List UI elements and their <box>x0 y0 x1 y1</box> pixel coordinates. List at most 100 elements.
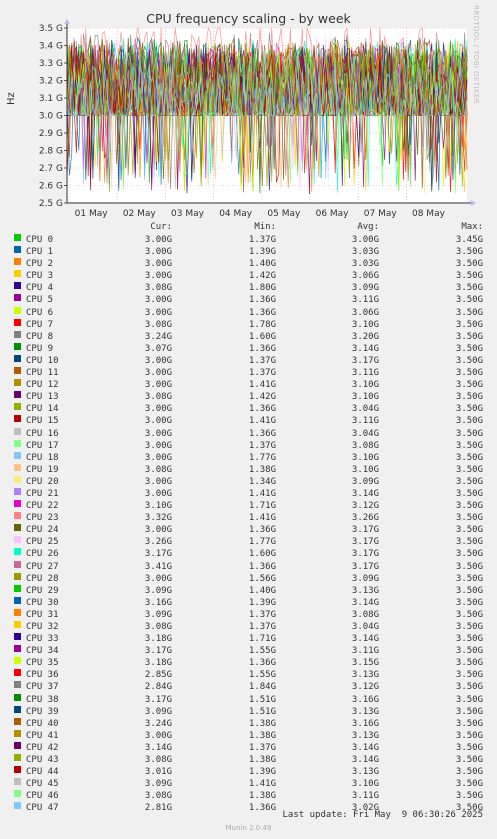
legend-min-value: 1.77G <box>248 452 276 463</box>
legend-swatch <box>14 367 21 375</box>
legend-cur-value: 3.00G <box>144 525 172 536</box>
legend-cur-value: 3.26G <box>144 537 172 548</box>
legend-swatch <box>14 427 21 435</box>
legend-swatch <box>14 294 21 302</box>
legend-swatch <box>14 403 21 411</box>
legend-avg-value: 3.03G <box>351 259 379 270</box>
legend-min-value: 1.40G <box>248 259 276 270</box>
legend-min-value: 1.38G <box>248 755 276 766</box>
legend-avg-value: 3.10G <box>351 392 379 403</box>
legend-series-name: CPU 46 <box>26 791 59 802</box>
legend-swatch <box>14 560 21 568</box>
legend-series-name: CPU 28 <box>26 573 59 584</box>
legend-avg-value: 3.04G <box>351 404 379 415</box>
legend-max-value: 3.50G <box>455 259 483 270</box>
legend-series-name: CPU 24 <box>26 525 59 536</box>
legend-min-value: 1.36G <box>248 561 276 572</box>
legend-row: CPU 0 3.00G 1.37G 3.00G 3.45G <box>0 234 497 246</box>
legend-cur-value: 3.00G <box>144 452 172 463</box>
legend-row: CPU 5 3.00G 1.36G 3.11G 3.50G <box>0 294 497 306</box>
legend-swatch <box>14 741 21 749</box>
legend-swatch <box>14 379 21 387</box>
legend-max-value: 3.50G <box>455 416 483 427</box>
legend-min-value: 1.41G <box>248 779 276 790</box>
legend-row: CPU 13 3.08G 1.42G 3.10G 3.50G <box>0 391 497 403</box>
legend-max-value: 3.50G <box>455 742 483 753</box>
x-axis-ticks: 01 May 02 May 03 May 04 May 05 May 06 May 07 M… <box>75 209 446 219</box>
legend-row: CPU 41 3.00G 1.38G 3.13G 3.50G <box>0 729 497 742</box>
legend-max-value: 3.50G <box>455 343 483 354</box>
legend-max-value: 3.50G <box>455 513 483 524</box>
legend-col-max: Max: <box>461 222 483 232</box>
legend-cur-value: 3.32G <box>144 513 172 524</box>
legend-swatch <box>14 754 21 762</box>
legend-swatch <box>14 657 21 665</box>
legend-series-name: CPU 26 <box>26 549 59 560</box>
legend-avg-value: 3.13G <box>351 585 379 596</box>
legend-row: CPU 28 3.00G 1.56G 3.09G 3.50G <box>0 572 497 585</box>
legend-swatch <box>14 645 21 653</box>
legend-max-value: 3.50G <box>455 779 483 790</box>
legend-cur-value: 3.14G <box>144 742 172 753</box>
legend-max-value: 3.50G <box>455 537 483 548</box>
legend-max-value: 3.50G <box>455 670 483 681</box>
legend-min-value: 1.36G <box>248 428 276 439</box>
legend-cur-value: 3.08G <box>144 464 172 475</box>
legend-series-name: CPU 17 <box>26 440 59 451</box>
legend-row: CPU 14 3.00G 1.36G 3.04G 3.50G <box>0 403 497 415</box>
y-tick-label: 2.5 G <box>39 199 63 209</box>
legend-series-name: CPU 32 <box>26 622 59 632</box>
legend-min-value: 1.38G <box>248 718 276 729</box>
x-tick-label: 07 May <box>364 209 398 219</box>
legend-row: CPU 25 3.26G 1.77G 3.17G 3.50G <box>0 536 497 548</box>
legend-swatch <box>14 596 21 604</box>
legend-col-min: Min: <box>254 222 276 232</box>
legend-avg-value: 3.10G <box>351 452 379 463</box>
legend-cur-value: 3.08G <box>144 755 172 766</box>
x-tick-label: 06 May <box>316 209 350 219</box>
legend-min-value: 1.37G <box>248 609 276 620</box>
legend-row: CPU 39 3.09G 1.51G 3.13G 3.50G <box>0 705 497 718</box>
legend-swatch <box>14 342 21 350</box>
legend-avg-value: 3.26G <box>351 513 379 524</box>
legend-series-name: CPU 8 <box>26 331 54 342</box>
legend-series-name: CPU 34 <box>26 646 59 657</box>
legend-series-name: CPU 25 <box>26 537 59 548</box>
legend-avg-value: 3.10G <box>351 319 379 330</box>
legend-series-name: CPU 23 <box>26 513 59 524</box>
legend-row: CPU 46 3.08G 1.38G 3.11G 3.50G <box>0 790 497 802</box>
legend-avg-value: 3.13G <box>351 730 379 741</box>
legend-cur-value: 3.24G <box>144 331 172 342</box>
legend-avg-value: 3.04G <box>351 622 379 632</box>
legend-swatch <box>14 536 21 544</box>
y-axis-ticks: 2.5 G 2.6 G 2.7 G 2.8 G 2.9 G 3.0 G 3.1 G 3.2 G… <box>39 24 67 209</box>
legend-min-value: 1.39G <box>248 247 276 258</box>
legend-min-value: 1.37G <box>248 368 276 379</box>
legend-avg-value: 3.17G <box>351 549 379 560</box>
legend-min-value: 1.36G <box>248 343 276 354</box>
legend-row: CPU 9 3.07G 1.36G 3.14G 3.50G <box>0 342 497 355</box>
legend-avg-value: 3.14G <box>351 634 379 645</box>
legend-cur-value: 3.09G <box>144 585 172 596</box>
legend-max-value: 3.50G <box>455 573 483 584</box>
legend-min-value: 1.56G <box>248 573 276 584</box>
legend-cur-value: 3.17G <box>144 646 172 657</box>
legend-series-name: CPU 41 <box>26 730 59 741</box>
legend-swatch <box>14 475 21 483</box>
legend-swatch <box>14 487 21 495</box>
y-tick-label: 3.1 G <box>39 94 63 104</box>
legend-swatch <box>14 318 21 326</box>
legend-avg-value: 3.20G <box>351 331 379 342</box>
legend-max-value: 3.50G <box>455 501 483 512</box>
legend-max-value: 3.50G <box>455 331 483 342</box>
legend-cur-value: 2.81G <box>144 803 172 814</box>
legend-avg-value: 3.12G <box>351 682 379 693</box>
legend-avg-value: 3.17G <box>351 355 379 366</box>
legend-row: CPU 21 3.00G 1.41G 3.14G 3.50G <box>0 487 497 500</box>
legend-cur-value: 3.08G <box>144 622 172 632</box>
legend-row: CPU 1 3.00G 1.39G 3.03G 3.50G <box>0 246 497 258</box>
legend-max-value: 3.50G <box>455 271 483 282</box>
legend-swatch <box>14 270 21 278</box>
legend-series-name: CPU 29 <box>26 585 59 596</box>
legend-row: CPU 45 3.09G 1.41G 3.10G 3.50G <box>0 778 497 790</box>
